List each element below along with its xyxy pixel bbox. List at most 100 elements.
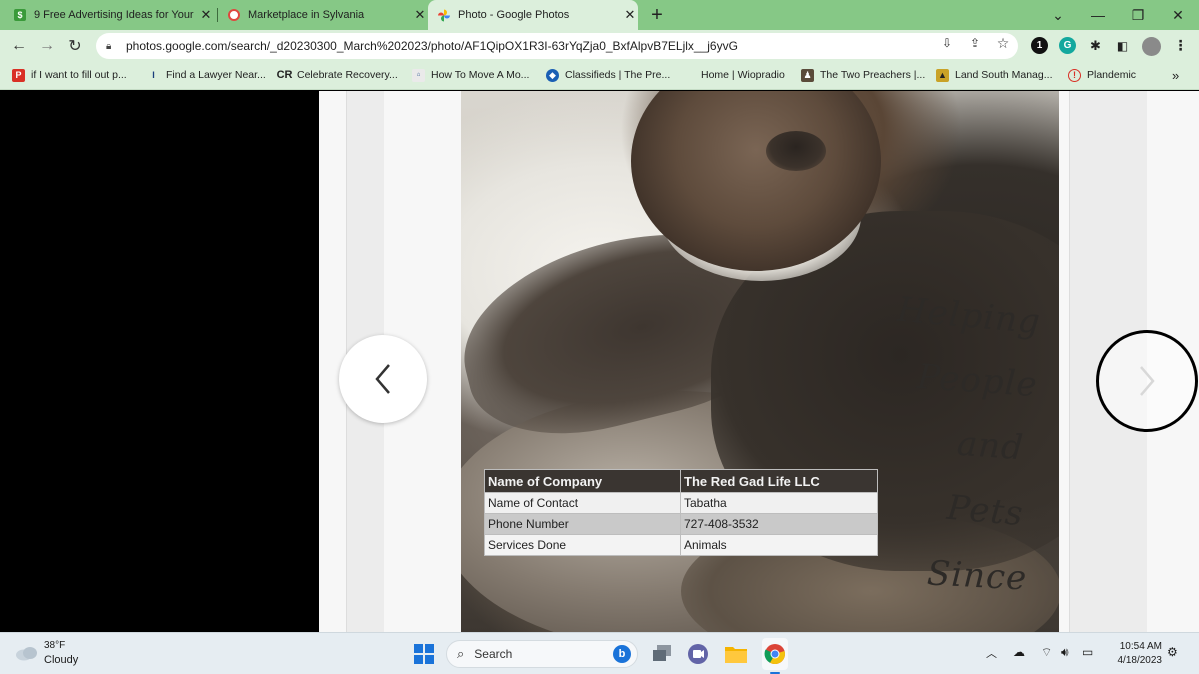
- bookmark-label: Land South Manag...: [955, 69, 1053, 81]
- bookmark-item[interactable]: I Find a Lawyer Near...: [147, 67, 266, 83]
- table-cell: Tabatha: [680, 492, 878, 514]
- tab-advertising-ideas[interactable]: $ 9 Free Advertising Ideas for Your ✕: [14, 0, 214, 30]
- window-close-icon[interactable]: ✕: [1158, 0, 1198, 30]
- table-cell: Phone Number: [484, 513, 681, 535]
- bookmark-label: How To Move A Mo...: [431, 69, 530, 81]
- chevron-left-icon: [375, 364, 390, 394]
- extension-grammarly-icon[interactable]: G: [1059, 37, 1076, 54]
- bookmarks-bar: P if I want to fill out p... I Find a La…: [0, 61, 1199, 90]
- volume-icon[interactable]: 🔊︎: [1061, 645, 1069, 660]
- back-arrow-icon[interactable]: ←: [7, 34, 31, 58]
- pdf-icon: P: [12, 68, 25, 82]
- cloud-weather-icon[interactable]: [14, 643, 40, 663]
- bookmark-label: if I want to fill out p...: [31, 69, 127, 81]
- bookmark-label: Celebrate Recovery...: [297, 69, 398, 81]
- weather-desc: Cloudy: [44, 654, 79, 666]
- land-icon: ▲: [936, 68, 949, 82]
- battery-icon[interactable]: ▭: [1082, 645, 1093, 659]
- bookmark-label: Classifieds | The Pre...: [565, 69, 671, 81]
- task-view-icon[interactable]: [650, 642, 674, 666]
- install-app-icon[interactable]: ⇩: [938, 35, 956, 51]
- teams-chat-icon[interactable]: [686, 642, 710, 666]
- handwritten-word: Pets: [945, 487, 1026, 535]
- company-info-table: Name of Company The Red Gad Life LLC Nam…: [484, 469, 878, 556]
- clock-date[interactable]: 4/18/2023: [1108, 655, 1163, 666]
- lock-icon: 🔒︎: [106, 40, 112, 52]
- tab-title: 9 Free Advertising Ideas for Your: [34, 9, 194, 21]
- bookmark-item[interactable]: ⌂ How To Move A Mo...: [412, 67, 529, 83]
- classifieds-icon: ◆: [546, 68, 559, 82]
- bookmark-label: The Two Preachers |...: [820, 69, 926, 81]
- profile-avatar-icon[interactable]: [1142, 37, 1161, 56]
- restore-icon[interactable]: ❐: [1118, 0, 1158, 30]
- next-photo-button[interactable]: [1096, 330, 1198, 432]
- extension-one-icon[interactable]: 1: [1031, 37, 1048, 54]
- bookmark-item[interactable]: ! Plandemic: [1068, 67, 1136, 83]
- close-icon[interactable]: ✕: [198, 7, 214, 23]
- weather-temp: 38°F: [44, 640, 66, 651]
- search-icon: ⌕: [457, 646, 465, 661]
- tab-search-chevron-icon[interactable]: ⌄: [1038, 0, 1078, 30]
- bookmark-item[interactable]: CR Celebrate Recovery...: [276, 67, 398, 83]
- table-cell: The Red Gad Life LLC: [680, 469, 878, 493]
- bing-icon[interactable]: b: [613, 645, 631, 663]
- close-icon[interactable]: ✕: [622, 7, 638, 23]
- table-cell: Name of Company: [484, 469, 681, 493]
- tab-separator: [217, 8, 218, 22]
- tab-google-photos[interactable]: Photo - Google Photos ✕: [428, 0, 638, 30]
- share-icon[interactable]: ⇪: [966, 35, 984, 51]
- reload-icon[interactable]: ↻: [63, 34, 87, 58]
- bookmark-item[interactable]: P if I want to fill out p...: [12, 67, 127, 83]
- chevron-right-icon: [1140, 366, 1155, 396]
- bookmark-item[interactable]: ◆ Classifieds | The Pre...: [546, 67, 670, 83]
- tab-strip: $ 9 Free Advertising Ideas for Your ✕ Ma…: [0, 0, 1199, 30]
- dog-nose-shape: [766, 131, 826, 171]
- marketplace-icon: [228, 9, 240, 21]
- handwritten-word: People: [915, 356, 1039, 406]
- bookmark-label: Plandemic: [1087, 69, 1137, 81]
- bookmark-label: Home | Wiopradio: [701, 69, 785, 81]
- table-cell: Animals: [680, 534, 878, 556]
- chrome-taskbar-icon[interactable]: [762, 638, 788, 670]
- tray-chevron-up-icon[interactable]: ︿: [986, 645, 997, 661]
- table-row: Services Done Animals: [484, 534, 878, 556]
- address-bar[interactable]: 🔒︎ photos.google.com/search/_d20230300_M…: [96, 33, 1018, 59]
- table-cell: 727-408-3532: [680, 513, 878, 535]
- google-photos-icon: [438, 9, 450, 21]
- wifi-icon[interactable]: ⌔: [1041, 645, 1052, 660]
- table-row: Name of Company The Red Gad Life LLC: [484, 469, 878, 493]
- taskbar-search-box[interactable]: ⌕ Search b: [446, 640, 638, 668]
- plandemic-icon: !: [1068, 68, 1081, 82]
- preachers-icon: ♟: [801, 68, 814, 82]
- windows-start-icon[interactable]: [412, 642, 436, 666]
- url-text: photos.google.com/search/_d20230300_Marc…: [126, 39, 738, 53]
- table-cell: Name of Contact: [484, 492, 681, 514]
- forward-arrow-icon[interactable]: →: [35, 34, 59, 58]
- cr-icon: CR: [276, 69, 293, 81]
- bookmark-item[interactable]: ▲ Land South Manag...: [936, 67, 1053, 83]
- menu-kebab-icon[interactable]: ⋮: [1172, 37, 1189, 54]
- notifications-icon[interactable]: ⚙: [1167, 645, 1178, 659]
- tab-marketplace[interactable]: Marketplace in Sylvania ✕: [228, 0, 428, 30]
- extensions-puzzle-icon[interactable]: ✱: [1087, 37, 1104, 54]
- minimize-icon[interactable]: —: [1078, 0, 1118, 30]
- handwritten-word: Since: [926, 553, 1029, 599]
- bookmark-star-icon[interactable]: ☆: [994, 35, 1012, 51]
- lawyer-icon: I: [152, 70, 155, 80]
- bookmark-item[interactable]: Home | Wiopradio: [701, 67, 785, 83]
- new-tab-button[interactable]: +: [644, 0, 670, 30]
- close-icon[interactable]: ✕: [412, 7, 428, 23]
- handwritten-word: and: [955, 423, 1026, 469]
- onedrive-cloud-icon[interactable]: ☁: [1013, 645, 1025, 659]
- side-panel-icon[interactable]: ◧: [1114, 37, 1131, 54]
- dollar-icon: $: [14, 9, 26, 21]
- clock-time[interactable]: 10:54 AM: [1112, 641, 1162, 652]
- bookmarks-overflow-chevron-icon[interactable]: »: [1172, 67, 1179, 83]
- table-row: Phone Number 727-408-3532: [484, 513, 878, 535]
- table-row: Name of Contact Tabatha: [484, 492, 878, 514]
- browser-toolbar: ← → ↻ 🔒︎ photos.google.com/search/_d2023…: [0, 30, 1199, 61]
- previous-photo-button[interactable]: [339, 335, 427, 423]
- file-explorer-icon[interactable]: [724, 642, 748, 666]
- photo-viewer: Helping People and Pets Since Name of Co…: [0, 91, 1199, 632]
- bookmark-item[interactable]: ♟ The Two Preachers |...: [801, 67, 925, 83]
